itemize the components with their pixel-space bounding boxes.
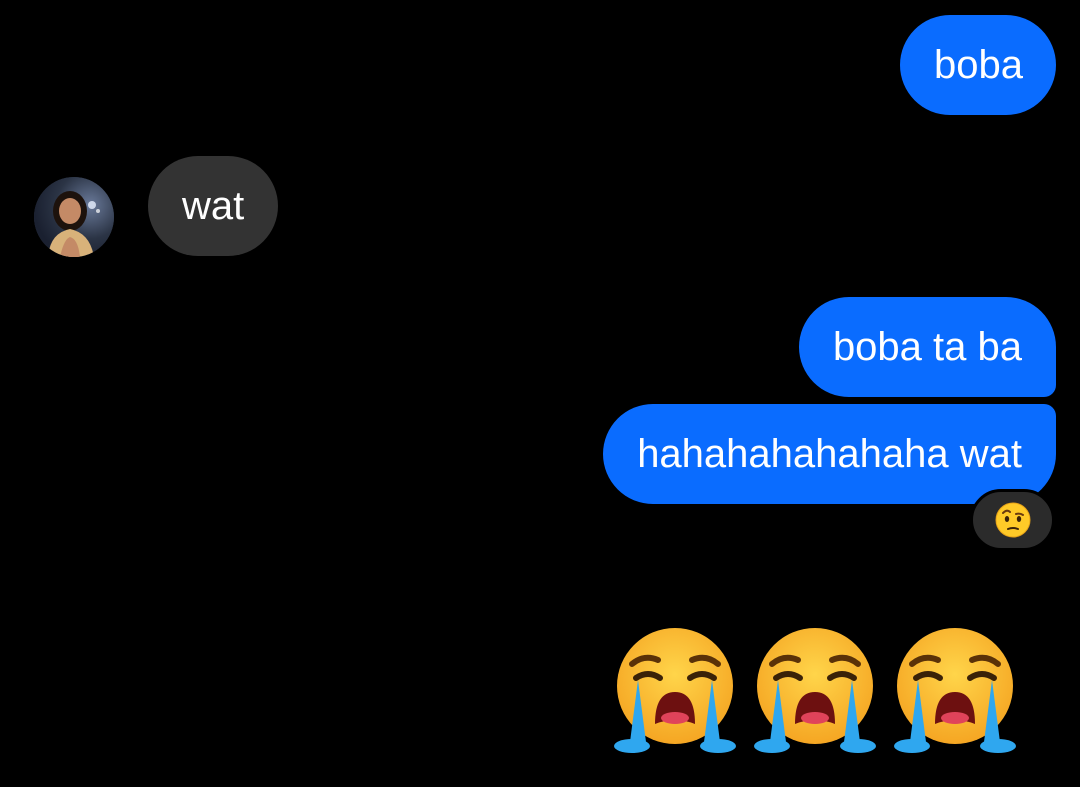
sent-message-bubble[interactable]: boba ta ba bbox=[798, 297, 1056, 397]
message-text: hahahahahahaha wat bbox=[637, 432, 1022, 476]
emoji-message[interactable] bbox=[610, 624, 1020, 756]
message-reaction[interactable] bbox=[970, 489, 1055, 551]
message-text: boba bbox=[934, 43, 1023, 87]
sent-message-bubble[interactable]: boba bbox=[900, 15, 1056, 115]
loudly-crying-face-icon bbox=[894, 628, 1016, 753]
sent-message-bubble[interactable]: hahahahahahaha wat bbox=[603, 404, 1056, 504]
loudly-crying-face-icon bbox=[754, 628, 876, 753]
contact-avatar[interactable] bbox=[34, 177, 114, 257]
received-message-bubble[interactable]: wat bbox=[148, 156, 279, 256]
face-with-raised-eyebrow-icon bbox=[995, 502, 1030, 538]
avatar-image bbox=[34, 177, 114, 257]
message-text: wat bbox=[182, 184, 245, 228]
message-text: boba ta ba bbox=[832, 325, 1022, 369]
loudly-crying-face-icon bbox=[614, 628, 736, 753]
